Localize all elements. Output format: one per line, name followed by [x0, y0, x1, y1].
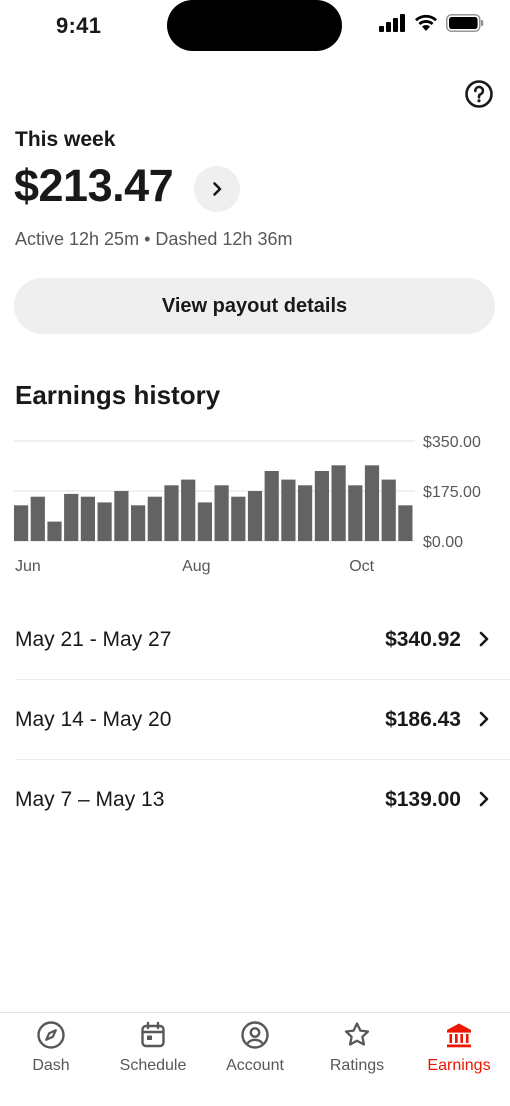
bank-icon	[443, 1019, 475, 1051]
bottom-tab-bar: Dash Schedule Account Ratings Earnings	[0, 1012, 510, 1106]
week-amount-value: $186.43	[385, 707, 461, 731]
chart-bar[interactable]	[30, 496, 45, 541]
user-circle-icon	[239, 1019, 271, 1051]
chart-bar[interactable]	[181, 479, 196, 541]
star-icon	[341, 1019, 373, 1051]
chart-bar[interactable]	[197, 502, 212, 541]
chart-x-tick-label: Aug	[182, 558, 210, 575]
tab-label: Earnings	[427, 1057, 491, 1074]
chart-bar[interactable]	[298, 485, 313, 541]
chart-bar[interactable]	[348, 485, 363, 541]
week-amount-value: $139.00	[385, 787, 461, 811]
chevron-right-icon	[479, 711, 489, 727]
chart-y-tick-label: $0.00	[423, 534, 463, 551]
chevron-right-icon	[213, 182, 222, 196]
status-time: 9:41	[56, 13, 102, 38]
week-amount-value: $340.92	[385, 627, 461, 651]
battery-icon	[446, 14, 484, 32]
week-stats: Active 12h 25m • Dashed 12h 36m	[15, 229, 293, 249]
chevron-right-icon	[479, 631, 489, 647]
chart-bar[interactable]	[131, 505, 146, 541]
chart-x-tick-label: Jun	[15, 558, 41, 575]
week-detail-button[interactable]	[194, 166, 240, 212]
chart-y-tick-label: $350.00	[423, 434, 481, 451]
status-bar: 9:41	[0, 0, 510, 54]
dynamic-island	[167, 0, 342, 51]
chevron-right-icon	[479, 791, 489, 807]
tab-account[interactable]: Account	[204, 1013, 306, 1106]
chart-bar[interactable]	[231, 496, 246, 541]
week-amount: $213.47	[14, 160, 174, 211]
weekly-earnings-list: May 21 - May 27 $340.92 May 14 - May 20 …	[0, 600, 510, 839]
week-range: May 21 - May 27	[15, 627, 172, 651]
chart-bar[interactable]	[247, 491, 263, 541]
week-row-2[interactable]: May 7 – May 13 $139.00	[0, 760, 510, 839]
chart-bar[interactable]	[264, 471, 279, 541]
week-row-1[interactable]: May 14 - May 20 $186.43	[0, 680, 510, 759]
chart-bar[interactable]	[364, 465, 380, 541]
help-button[interactable]	[464, 79, 494, 109]
earnings-chart[interactable]: $350.00 $175.00 $0.00 Jun Aug Oct	[0, 430, 510, 580]
tab-label: Schedule	[119, 1057, 187, 1074]
chart-bar[interactable]	[47, 521, 62, 541]
chart-bar[interactable]	[398, 505, 413, 541]
week-label: This week	[15, 128, 116, 151]
chart-x-tick-label: Oct	[349, 558, 374, 575]
signal-icon	[379, 14, 405, 32]
chart-bar[interactable]	[80, 496, 95, 541]
week-row-0[interactable]: May 21 - May 27 $340.92	[0, 600, 510, 679]
tab-ratings[interactable]: Ratings	[306, 1013, 408, 1106]
tab-schedule[interactable]: Schedule	[102, 1013, 204, 1106]
chart-bar[interactable]	[64, 493, 79, 541]
tab-label: Ratings	[329, 1057, 385, 1074]
compass-icon	[35, 1019, 67, 1051]
week-range: May 7 – May 13	[15, 787, 165, 811]
tab-label: Dash	[32, 1057, 70, 1074]
chart-bar[interactable]	[314, 471, 329, 541]
tab-dash[interactable]: Dash	[0, 1013, 102, 1106]
tab-label: Account	[226, 1057, 284, 1074]
chart-bar[interactable]	[14, 505, 29, 541]
week-range: May 14 - May 20	[15, 707, 172, 731]
status-icons	[379, 14, 484, 32]
chart-bar[interactable]	[331, 465, 346, 541]
chart-bar[interactable]	[97, 502, 112, 541]
view-payout-details-button[interactable]: View payout details	[14, 278, 495, 334]
chart-bar[interactable]	[214, 485, 229, 541]
chart-bar[interactable]	[114, 491, 129, 541]
tab-earnings[interactable]: Earnings	[408, 1013, 510, 1106]
chart-y-tick-label: $175.00	[423, 484, 481, 501]
earnings-history-title: Earnings history	[15, 380, 221, 410]
chart-bar[interactable]	[147, 496, 162, 541]
chart-bar[interactable]	[381, 479, 396, 541]
chart-bar[interactable]	[281, 479, 296, 541]
chart-bar[interactable]	[164, 485, 179, 541]
question-circle-icon	[465, 80, 493, 108]
calendar-icon	[137, 1019, 169, 1051]
wifi-icon	[415, 14, 437, 31]
